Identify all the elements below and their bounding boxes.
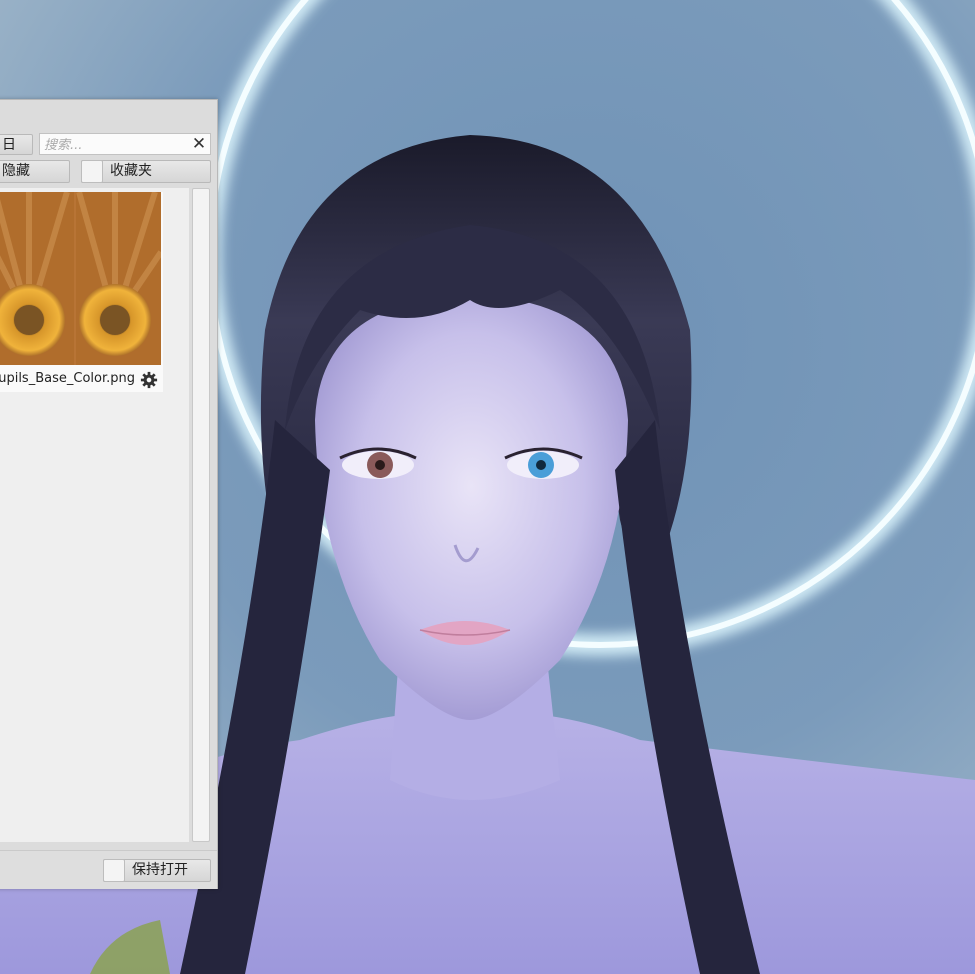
- favorites-toggle-label: 收藏夹: [110, 163, 152, 179]
- file-name: upils_Base_Color.png: [0, 371, 135, 386]
- search-box[interactable]: ✕: [39, 133, 211, 156]
- close-icon[interactable]: ✕: [190, 135, 208, 153]
- search-input[interactable]: [40, 135, 190, 156]
- favorites-checkbox[interactable]: [81, 160, 103, 183]
- file-item[interactable]: upils_Base_Color.png: [0, 192, 163, 392]
- keep-open-label: 保持打开: [132, 862, 188, 878]
- gear-icon[interactable]: [140, 371, 158, 389]
- vertical-scrollbar[interactable]: [192, 188, 210, 842]
- panel-footer: 保持打开: [0, 850, 217, 889]
- folder-button[interactable]: 日: [0, 134, 33, 155]
- hide-toggle[interactable]: 隐藏: [0, 160, 70, 183]
- folder-button-label: 日: [2, 137, 16, 153]
- keep-open-checkbox[interactable]: [103, 859, 125, 882]
- hide-toggle-label: 隐藏: [2, 163, 30, 179]
- file-list[interactable]: upils_Base_Color.png: [0, 188, 189, 842]
- texture-thumbnail[interactable]: [0, 192, 161, 365]
- file-browser-panel: 日 ✕ 隐藏 收藏夹: [0, 99, 218, 889]
